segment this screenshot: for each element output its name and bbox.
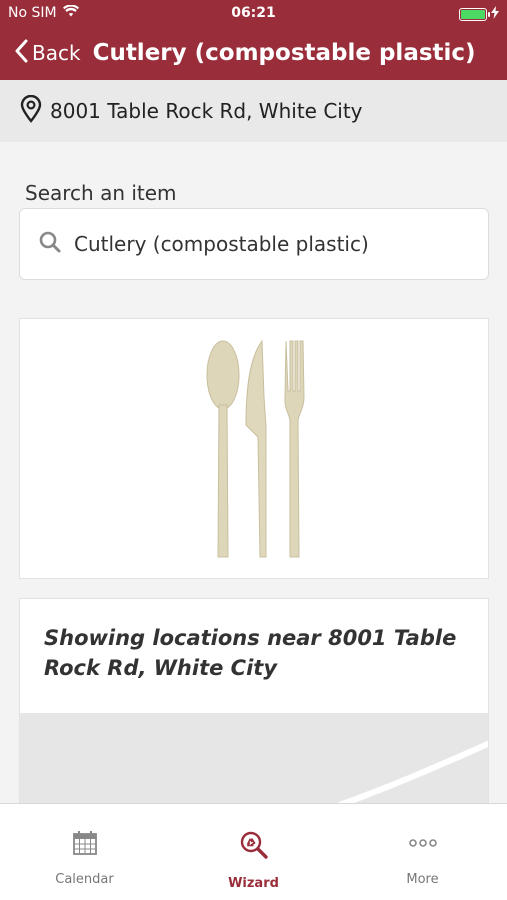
address-bar[interactable]: 8001 Table Rock Rd, White City [0,80,507,142]
calendar-icon [72,830,98,860]
map-heading: Showing locations near 8001 Table Rock R… [44,626,457,680]
top-bar: No SIM 06:21 Back Cutlery (compostable p… [0,0,507,80]
tab-more[interactable]: More [338,804,507,900]
back-button[interactable]: Back [14,39,81,68]
map-card: Showing locations near 8001 Table Rock R… [19,598,489,838]
page-title: Cutlery (compostable plastic) [92,40,476,66]
search-input[interactable]: Cutlery (compostable plastic) [19,208,489,280]
status-bar: No SIM 06:21 [0,0,507,28]
battery-icon [459,8,490,21]
search-label: Search an item [25,181,177,205]
charging-icon [491,6,499,23]
more-icon [408,830,438,860]
location-pin-icon [20,94,42,127]
tab-bar: Calendar Wizard More [0,803,507,900]
tab-label-calendar: Calendar [55,872,114,887]
search-icon [38,230,62,258]
tab-label-more: More [406,872,439,887]
clock: 06:21 [231,5,276,21]
navigation-bar: Back Cutlery (compostable plastic) [0,28,507,78]
recycle-search-icon [239,830,269,864]
address-text: 8001 Table Rock Rd, White City [50,99,363,123]
chevron-left-icon [14,39,28,68]
cutlery-image [206,339,305,558]
search-value: Cutlery (compostable plastic) [74,232,369,256]
item-image-card [19,318,489,579]
tab-label-wizard: Wizard [228,876,279,891]
tab-calendar[interactable]: Calendar [0,804,169,900]
back-label: Back [32,41,81,65]
tab-wizard[interactable]: Wizard [169,804,338,900]
